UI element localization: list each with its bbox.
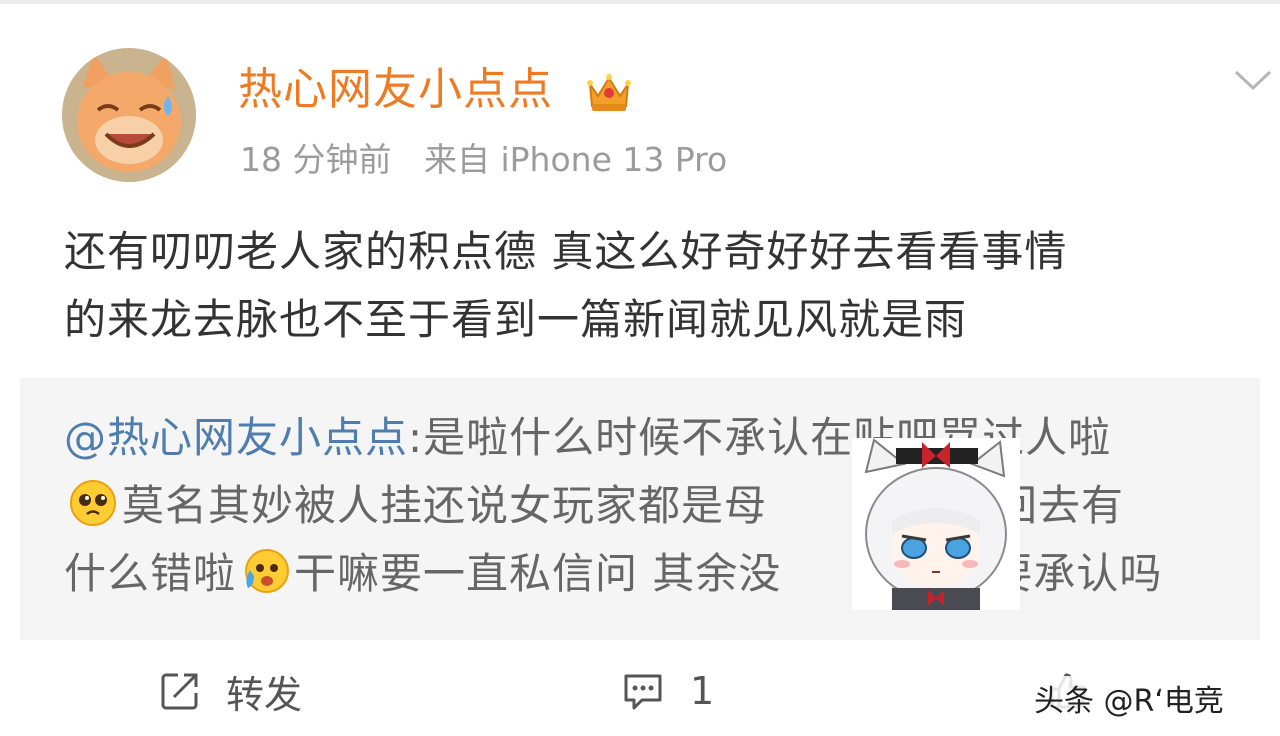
top-divider xyxy=(0,0,1280,4)
quoted-post-text: @热心网友小点点:是啦什么时候不承认在贴吧骂过人啦 莫名其妙被人挂还说女玩家都是… xyxy=(64,404,1264,608)
quote-line-3: 什么错啦 干嘛要一直私信问 其余没 也要承认吗 xyxy=(64,540,1264,608)
repost-button[interactable]: 转发 xyxy=(158,666,303,717)
repost-icon xyxy=(161,673,198,710)
quote-text-segment: 干嘛要一直私信问 其余没 xyxy=(294,549,782,598)
quote-text-segment: 莫名其妙被人挂还说女玩家都是母 xyxy=(122,481,768,530)
crying-face-emoji-icon xyxy=(245,549,290,593)
comment-icon xyxy=(624,674,662,710)
post-source[interactable]: 来自 iPhone 13 Pro xyxy=(424,140,727,179)
mention-link[interactable]: @热心网友小点点 xyxy=(64,413,408,462)
quote-line-1: @热心网友小点点:是啦什么时候不承认在贴吧骂过人啦 xyxy=(64,404,1264,472)
repost-label: 转发 xyxy=(226,672,303,717)
anime-catgirl-sticker xyxy=(852,438,1020,610)
chevron-down-icon[interactable] xyxy=(1232,66,1274,94)
comment-count: 1 xyxy=(690,669,715,713)
post-text-line: 还有叨叨老人家的积点德 真这么好奇好好去看看事情 xyxy=(64,227,1068,276)
pleading-face-emoji-icon xyxy=(70,480,116,526)
quote-text-segment: 什么错啦 xyxy=(64,549,237,598)
crown-badge-icon[interactable] xyxy=(584,66,634,116)
post-time: 18 分钟前 xyxy=(240,140,392,179)
post-meta: 18 分钟前 来自 iPhone 13 Pro xyxy=(240,138,749,182)
watermark: 头条 @R‘电竞 xyxy=(1030,676,1228,720)
post-text-line: 的来龙去脉也不至于看到一篇新闻就见风就是雨 xyxy=(64,295,968,344)
avatar[interactable] xyxy=(62,48,196,182)
comment-button[interactable]: 1 xyxy=(620,666,714,716)
cartoon-cat-avatar-icon xyxy=(62,48,196,182)
quote-line-2: 莫名其妙被人挂还说女玩家都是母把骂回去有 xyxy=(64,472,1264,540)
username[interactable]: 热心网友小点点 xyxy=(238,62,553,118)
post-body: 还有叨叨老人家的积点德 真这么好奇好好去看看事情 的来龙去脉也不至于看到一篇新闻… xyxy=(64,218,1264,354)
